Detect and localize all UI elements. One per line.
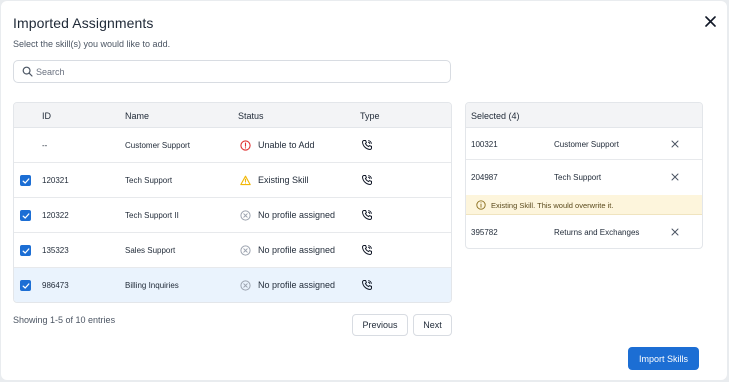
column-header-status[interactable]: Status [238,111,264,121]
import-skills-button[interactable]: Import Skills [628,347,699,370]
table-row[interactable]: 120321 Tech Support Existing Skill [14,163,451,198]
dialog-subtitle: Select the skill(s) you would like to ad… [13,39,171,49]
phone-icon [362,210,372,220]
warning-triangle-icon [240,175,251,186]
remove-icon[interactable] [670,172,680,182]
table-header: ID Name Status Type [14,103,451,128]
table-row[interactable]: 120322 Tech Support II No profile assign… [14,198,451,233]
row-name: Tech Support II [125,211,179,220]
row-status: Existing Skill [258,175,309,185]
close-icon [704,15,716,27]
search-icon [22,66,33,77]
selected-count-label: Selected (4) [471,111,520,121]
row-name: Billing Inquiries [125,281,179,290]
row-checkbox[interactable] [20,210,31,221]
skills-table: ID Name Status Type -- Customer Support … [13,102,452,303]
phone-icon [362,175,372,185]
table-row[interactable]: -- Customer Support Unable to Add [14,128,451,163]
x-circle-icon [240,280,251,291]
row-id: 986473 [42,281,69,290]
selected-item-name: Returns and Exchanges [554,228,640,237]
row-status: Unable to Add [258,140,315,150]
selected-item-name: Tech Support [554,173,602,182]
row-name: Tech Support [125,176,173,185]
phone-icon [362,245,372,255]
selected-item: 204987 Tech Support [466,161,702,195]
close-button[interactable] [701,12,719,30]
column-header-id[interactable]: ID [42,111,51,121]
checkmark-icon [22,212,29,219]
phone-icon [362,140,372,150]
row-checkbox[interactable] [20,175,31,186]
row-name: Customer Support [125,141,190,150]
row-name: Sales Support [125,246,176,255]
selected-skills-panel: Selected (4) 100321 Customer Support 204… [465,102,703,249]
search-field[interactable] [13,60,451,83]
imported-assignments-dialog: Imported Assignments Select the skill(s)… [1,1,727,380]
row-id: 120321 [42,176,69,185]
search-input[interactable] [36,63,436,80]
table-row[interactable]: 986473 Billing Inquiries No profile assi… [14,268,451,302]
remove-icon[interactable] [670,227,680,237]
row-status: No profile assigned [258,280,336,290]
row-checkbox[interactable] [20,280,31,291]
info-circle-icon [476,200,486,210]
error-circle-icon [240,140,251,151]
overwrite-warning-banner: Existing Skill. This would overwrite it. [466,195,702,215]
remove-icon[interactable] [670,139,680,149]
checkmark-icon [22,247,29,254]
row-id: 135323 [42,246,69,255]
row-status: No profile assigned [258,210,336,220]
table-row[interactable]: 135323 Sales Support No profile assigned [14,233,451,268]
column-header-type[interactable]: Type [360,111,380,121]
selected-item: 395782 Returns and Exchanges [466,216,702,248]
next-button[interactable]: Next [413,314,452,336]
selected-item-name: Customer Support [554,140,619,149]
x-circle-icon [240,245,251,256]
selected-item-id: 204987 [471,173,498,182]
column-header-name[interactable]: Name [125,111,149,121]
row-status: No profile assigned [258,245,336,255]
checkmark-icon [22,282,29,289]
phone-icon [362,280,372,290]
previous-button[interactable]: Previous [352,314,408,336]
row-id: -- [42,141,48,150]
dialog-title: Imported Assignments [13,15,154,31]
selected-item-id: 100321 [471,140,498,149]
selected-header: Selected (4) [466,103,702,128]
row-id: 120322 [42,211,69,220]
row-checkbox[interactable] [20,245,31,256]
checkmark-icon [22,177,29,184]
warning-text: Existing Skill. This would overwrite it. [491,201,614,210]
selected-item: 100321 Customer Support [466,128,702,160]
x-circle-icon [240,210,251,221]
selected-item-id: 395782 [471,228,498,237]
pagination-info: Showing 1-5 of 10 entries [13,315,116,325]
